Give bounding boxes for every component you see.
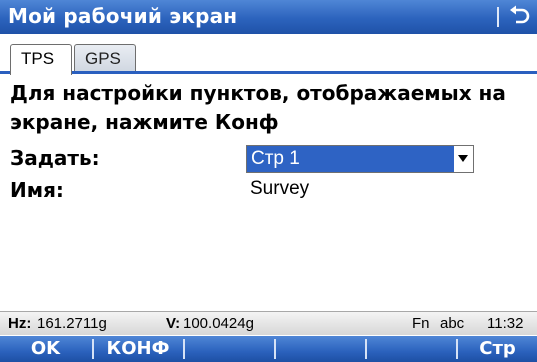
title-bar: Мой рабочий экран — [0, 0, 537, 34]
fn-indicator: Fn — [412, 315, 430, 332]
ok-button[interactable]: OK — [0, 336, 91, 362]
tab-strip: TPS GPS — [0, 34, 537, 75]
hz-label: Hz: — [8, 315, 32, 332]
window-title: Мой рабочий экран — [8, 4, 238, 28]
v-label: V: — [166, 315, 181, 332]
title-separator — [497, 7, 499, 27]
softkey-4-empty[interactable] — [276, 336, 364, 362]
clock: 11:32 — [487, 315, 524, 332]
softkey-5-empty[interactable] — [367, 336, 455, 362]
tab-tps[interactable]: TPS — [10, 44, 72, 75]
softkey-3-empty[interactable] — [185, 336, 273, 362]
tab-underline — [0, 71, 537, 74]
page-select[interactable]: Стр 1 — [246, 145, 474, 173]
chevron-down-icon[interactable] — [458, 155, 468, 162]
config-button[interactable]: КОНФ — [94, 336, 182, 362]
page-select-value[interactable]: Стр 1 — [247, 146, 454, 172]
status-bar: Hz: 161.2711g V: 100.0424g Fn abc 11:32 — [0, 311, 537, 335]
tab-gps[interactable]: GPS — [74, 44, 136, 73]
set-label: Задать: — [10, 146, 100, 170]
hz-value: 161.2711g — [37, 315, 107, 332]
input-mode-indicator: abc — [440, 315, 465, 332]
name-value: Survey — [250, 178, 310, 199]
softkey-bar: OK КОНФ Стр — [0, 336, 537, 362]
instruction-text: Для настройки пунктов, отображаемых на э… — [10, 81, 506, 134]
name-label: Имя: — [10, 178, 64, 202]
return-arrow-icon[interactable] — [507, 4, 531, 28]
v-value: 100.0424g — [183, 315, 254, 332]
page-button[interactable]: Стр — [458, 336, 537, 362]
